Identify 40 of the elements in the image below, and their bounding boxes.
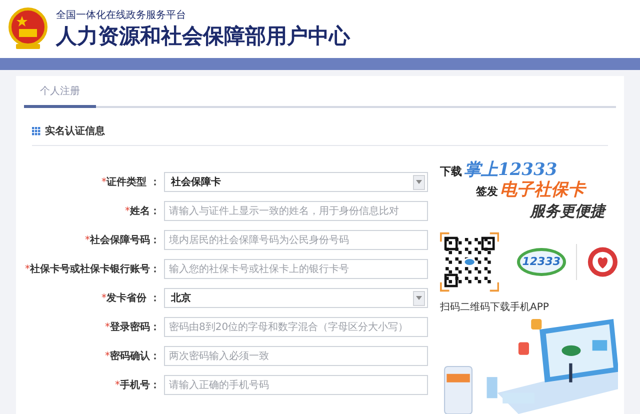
input-field[interactable]: 密码由8到20位的字母和数字混合（字母区分大小写） xyxy=(164,317,428,337)
required-mark: * xyxy=(102,292,107,306)
portal-subtitle: 全国一体化在线政务服务平台 xyxy=(56,9,187,23)
select-field[interactable]: 北京 xyxy=(164,288,428,308)
input-field[interactable]: 请输入与证件上显示一致的姓名，用于身份信息比对 xyxy=(164,201,428,221)
required-mark: * xyxy=(115,378,120,392)
promo-text: 签发 xyxy=(476,184,498,200)
field-label: 登录密码： xyxy=(110,320,160,334)
required-mark: * xyxy=(85,234,90,248)
field-label: 证件类型 ： xyxy=(106,176,160,190)
promo-text: 下载 xyxy=(440,164,462,180)
grid-icon xyxy=(32,127,41,136)
required-mark: * xyxy=(102,176,107,190)
field-label: 姓名： xyxy=(130,204,160,218)
dropdown-icon xyxy=(413,174,425,190)
required-mark: * xyxy=(25,262,30,276)
required-mark: * xyxy=(105,320,110,334)
field-label: 密码确认： xyxy=(110,350,160,364)
promo-highlight: 电子社保卡 xyxy=(500,180,585,200)
section-title: 实名认证信息 xyxy=(45,124,105,139)
select-field[interactable]: 社会保障卡 xyxy=(164,172,428,192)
input-field[interactable]: 请输入正确的手机号码 xyxy=(164,375,428,395)
required-mark: * xyxy=(105,350,110,364)
field-label: 发卡省份 ： xyxy=(106,292,160,306)
input-field[interactable]: 境内居民的社会保障号码为公民身份号码 xyxy=(164,230,428,250)
app-logo: 12333 xyxy=(517,248,566,276)
promo-slogan: 服务更便捷 xyxy=(528,201,608,222)
emblem-icon xyxy=(586,245,618,279)
input-field[interactable]: 输入您的社保卡号或社保卡上的银行卡号 xyxy=(164,259,428,279)
required-mark: * xyxy=(125,204,130,218)
field-label: 社保卡号或社保卡银行账号： xyxy=(30,262,160,276)
dropdown-icon xyxy=(413,290,425,306)
emblem-icon xyxy=(8,7,48,51)
site-title: 人力资源和社会保障部用户中心 xyxy=(56,23,350,49)
qr-code-icon xyxy=(440,230,500,294)
field-label: 手机号： xyxy=(120,378,160,392)
promo-highlight: 掌上12333 xyxy=(464,160,558,180)
qr-caption: 扫码二维码下载手机APP xyxy=(440,300,550,315)
field-label: 社会保障号码： xyxy=(90,233,160,248)
input-field[interactable]: 两次密码输入必须一致 xyxy=(164,346,428,366)
